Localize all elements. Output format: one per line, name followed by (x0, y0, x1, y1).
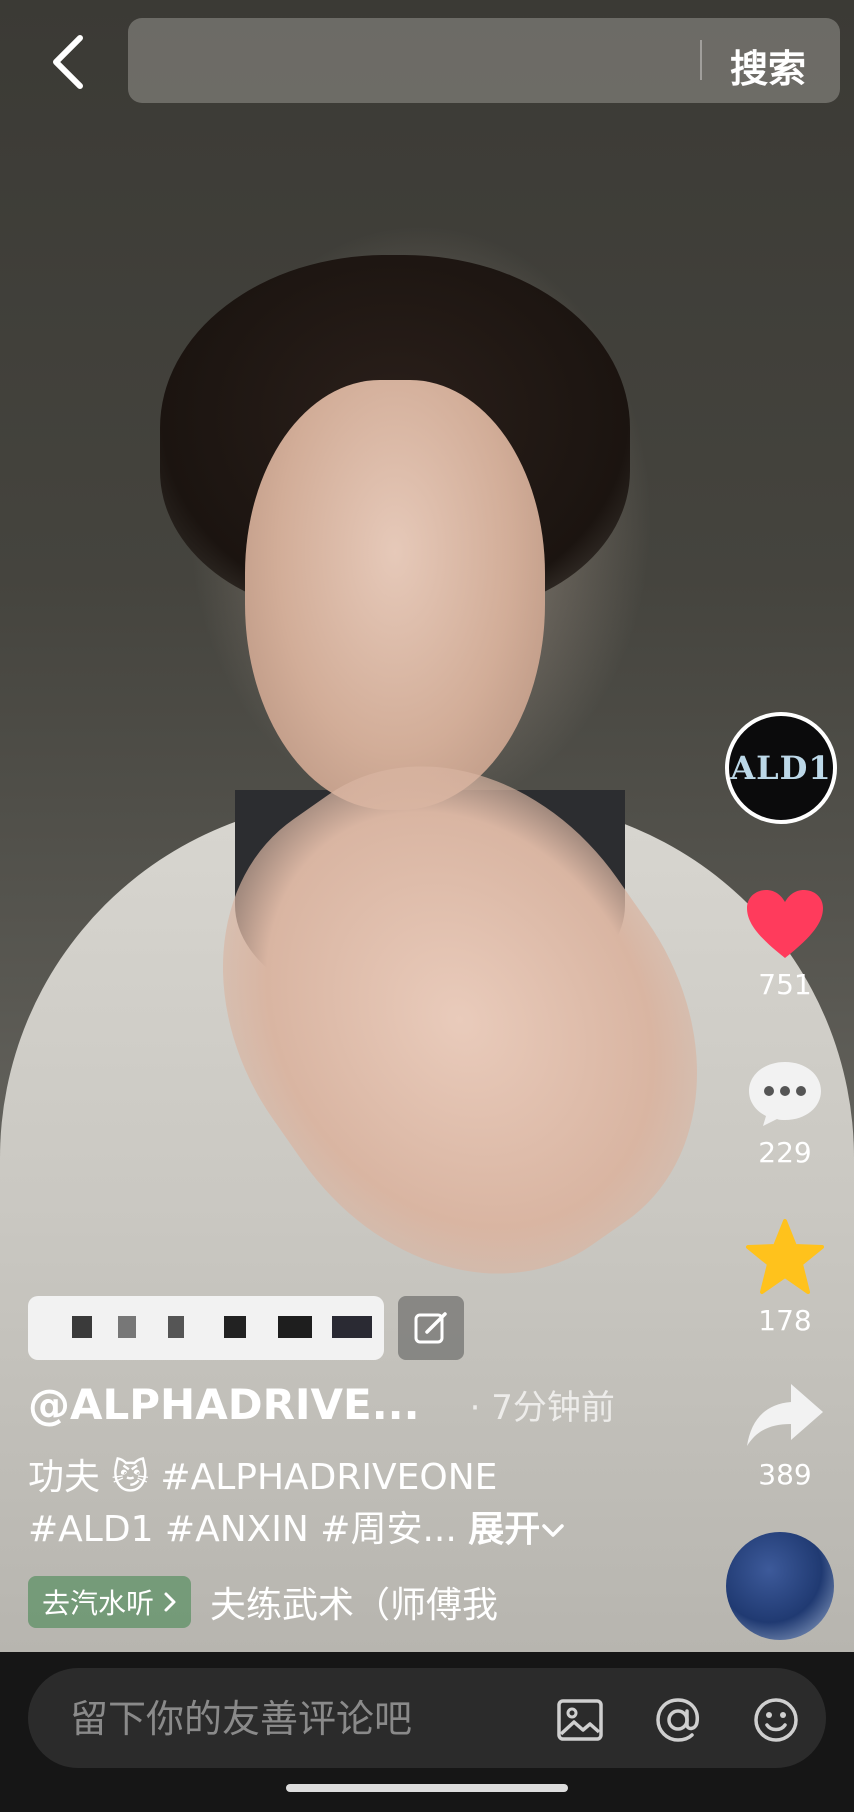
mosaic-block (118, 1316, 136, 1338)
comment-count: 229 (758, 1136, 812, 1169)
share-button[interactable]: 389 (730, 1380, 840, 1491)
edit-icon (414, 1312, 447, 1344)
description-line-2: #ALD1 #ANXIN #周安... 展开 (28, 1504, 628, 1556)
expand-button[interactable]: 展开 (468, 1509, 566, 1550)
music-tag-label: 去汽水听 (42, 1587, 155, 1620)
music-disc[interactable] (726, 1532, 834, 1640)
star-icon (746, 1219, 824, 1294)
edit-button[interactable] (398, 1296, 464, 1360)
post-time: · 7分钟前 (469, 1388, 615, 1428)
mosaic-block (278, 1316, 312, 1338)
share-count: 389 (758, 1458, 812, 1491)
author-avatar[interactable]: ALD1 (725, 712, 837, 824)
comment-pill[interactable] (28, 1668, 826, 1768)
author-name[interactable]: @ALPHADRIVE... (28, 1380, 420, 1429)
music-row: 去汽水听 夫练武术（师傅我 (28, 1576, 498, 1628)
masked-title-banner (28, 1296, 384, 1360)
avatar-logo-text: ALD1 (730, 749, 832, 787)
mosaic-block (72, 1316, 92, 1338)
search-button[interactable]: 搜索 (730, 38, 806, 93)
heart-icon (747, 890, 823, 958)
like-count: 751 (758, 968, 812, 1001)
favorite-button[interactable]: 178 (730, 1218, 840, 1337)
expand-label: 展开 (468, 1509, 541, 1550)
comment-icon (749, 1062, 821, 1126)
mosaic-block (168, 1316, 184, 1338)
share-icon (747, 1384, 823, 1446)
back-arrow-icon (53, 35, 83, 89)
image-icon[interactable] (556, 1696, 604, 1744)
post-description: 功夫 😼 #ALPHADRIVEONE #ALD1 #ANXIN #周安... … (28, 1452, 628, 1556)
like-button[interactable]: 751 (730, 888, 840, 1001)
mosaic-block (332, 1316, 372, 1338)
back-button[interactable] (36, 30, 100, 94)
chevron-down-icon (542, 1524, 565, 1537)
chevron-right-icon (164, 1592, 176, 1612)
comment-button[interactable]: 229 (730, 1058, 840, 1169)
home-indicator[interactable] (286, 1784, 568, 1792)
search-bar[interactable]: 搜索 (128, 18, 840, 103)
emoji-icon[interactable] (752, 1696, 800, 1744)
at-icon[interactable] (654, 1696, 702, 1744)
mosaic-block (224, 1316, 246, 1338)
favorite-count: 178 (758, 1304, 812, 1337)
video-figure-face (245, 380, 545, 810)
music-title[interactable]: 夫练武术（师傅我 (210, 1576, 498, 1628)
description-hashtags[interactable]: #ALD1 #ANXIN #周安... (28, 1509, 457, 1550)
description-line-1: 功夫 😼 #ALPHADRIVEONE (28, 1457, 498, 1498)
open-in-soda-music-button[interactable]: 去汽水听 (28, 1576, 191, 1628)
search-divider (700, 40, 702, 80)
comment-bar (0, 1652, 854, 1812)
comment-input[interactable] (68, 1694, 522, 1746)
search-input[interactable] (148, 38, 682, 84)
author-line: @ALPHADRIVE... · 7分钟前 (28, 1380, 668, 1429)
